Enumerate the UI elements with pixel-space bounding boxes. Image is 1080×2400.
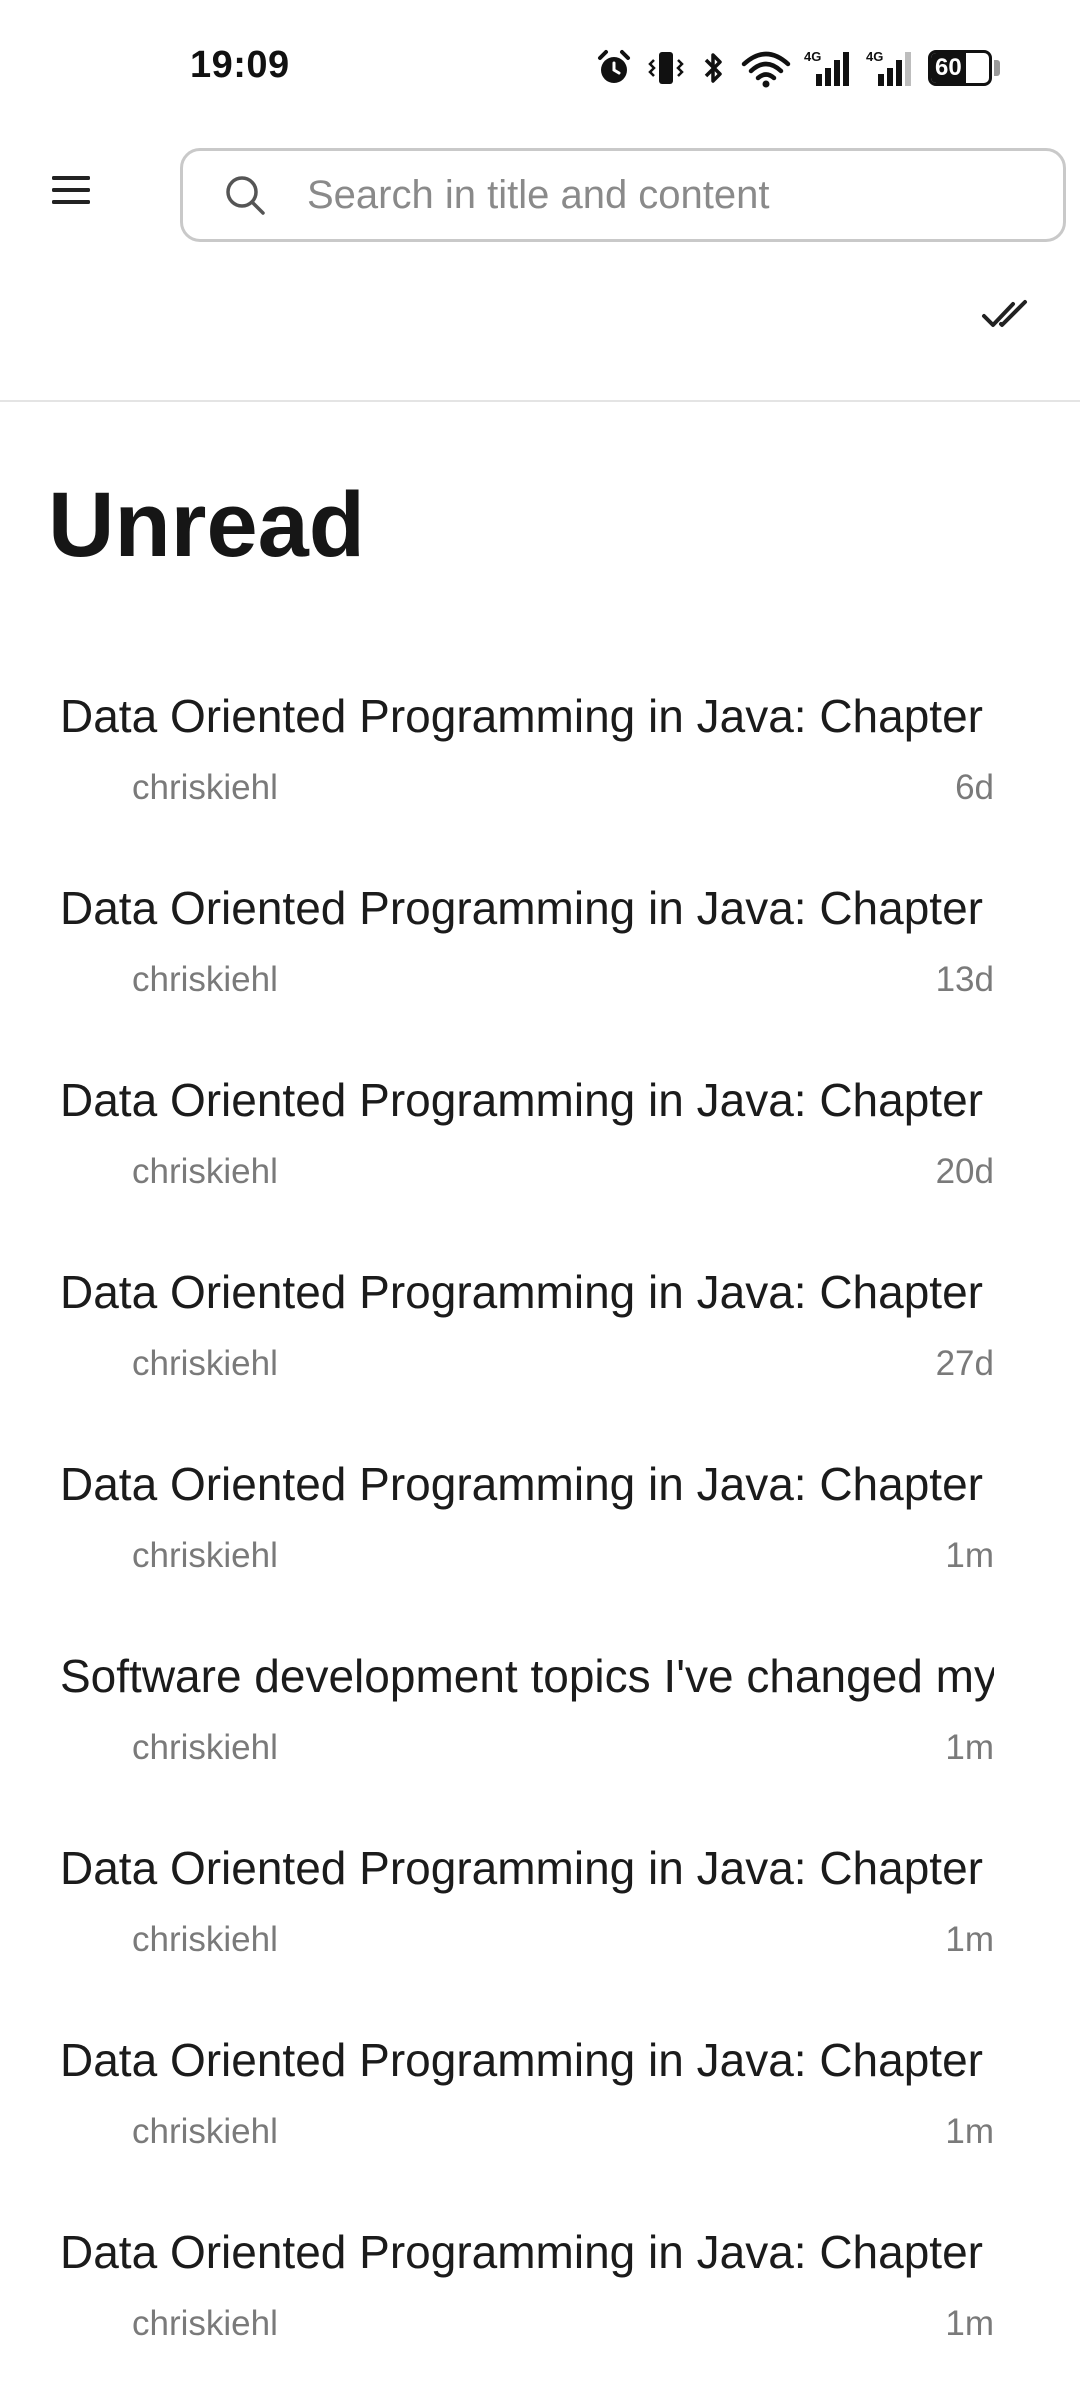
article-age: 1m — [945, 2304, 994, 2343]
article-title: Data Oriented Programming in Java: Chapt… — [60, 1266, 983, 1318]
article-age: 1m — [945, 1920, 994, 1959]
menu-button[interactable] — [40, 160, 104, 224]
search-box[interactable] — [180, 148, 1066, 242]
article-age: 6d — [955, 768, 994, 807]
article-list-item[interactable]: Data Oriented Programming in Java: Chapt… — [0, 670, 1080, 862]
article-title: Data Oriented Programming in Java: Chapt… — [60, 1074, 983, 1126]
article-author: chriskiehl — [132, 1920, 278, 1959]
alarm-icon — [594, 48, 634, 88]
article-age: 27d — [935, 1344, 994, 1383]
article-age: 1m — [945, 1536, 994, 1575]
article-list-item[interactable]: Data Oriented Programming in Java: Chapt… — [0, 1822, 1080, 2014]
hamburger-menu-icon — [52, 174, 92, 211]
status-time: 19:09 — [190, 44, 290, 86]
article-age: 1m — [945, 1728, 994, 1767]
search-icon — [221, 171, 269, 219]
article-author: chriskiehl — [132, 1344, 278, 1383]
wifi-icon — [740, 48, 792, 88]
article-title: Software development topics I've changed… — [60, 1650, 994, 1702]
article-list-item[interactable]: Data Oriented Programming in Java: Chapt… — [0, 862, 1080, 1054]
article-author: chriskiehl — [132, 960, 278, 999]
article-title: Data Oriented Programming in Java: Chapt… — [60, 2226, 983, 2278]
article-author: chriskiehl — [132, 2112, 278, 2151]
battery-body: 60 — [928, 50, 992, 86]
cellular-4g-signal-icon: 4G — [804, 48, 854, 88]
article-list-item[interactable]: Data Oriented Programming in Java: Chapt… — [0, 1246, 1080, 1438]
article-author: chriskiehl — [132, 768, 278, 807]
article-author: chriskiehl — [132, 1536, 278, 1575]
page-title: Unread — [48, 474, 365, 576]
article-list-item[interactable]: Data Oriented Programming in Java: Chapt… — [0, 1054, 1080, 1246]
article-list-item[interactable]: Software development topics I've changed… — [0, 1630, 1080, 1822]
article-list-item[interactable]: Data Oriented Programming in Java: Chapt… — [0, 1438, 1080, 1630]
article-list-item[interactable]: Data Oriented Programming in Java: Chapt… — [0, 2206, 1080, 2398]
article-title: Data Oriented Programming in Java: Chapt… — [60, 2034, 983, 2086]
bluetooth-icon — [698, 48, 728, 88]
article-title: Data Oriented Programming in Java: Chapt… — [60, 690, 983, 742]
network-label-1: 4G — [804, 49, 821, 64]
battery-level: 60 — [935, 54, 962, 81]
toolbar-divider — [0, 400, 1080, 402]
status-icons: 4G 4G 60 — [594, 44, 1000, 92]
article-age: 13d — [935, 960, 994, 999]
article-age: 20d — [935, 1152, 994, 1191]
double-check-icon — [981, 298, 1033, 337]
network-label-2: 4G — [866, 49, 883, 64]
article-title: Data Oriented Programming in Java: Chapt… — [60, 1458, 983, 1510]
search-input[interactable] — [305, 171, 1063, 219]
article-list: Data Oriented Programming in Java: Chapt… — [0, 670, 1080, 2398]
article-author: chriskiehl — [132, 1728, 278, 1767]
mark-all-read-button[interactable] — [976, 286, 1038, 348]
cellular-4g-signal-icon: 4G — [866, 48, 916, 88]
status-bar: 19:09 4G 4G 60 — [0, 0, 1080, 136]
battery-tip — [994, 60, 1000, 76]
vibrate-icon — [646, 48, 686, 88]
article-title: Data Oriented Programming in Java: Chapt… — [60, 882, 983, 934]
article-list-item[interactable]: Data Oriented Programming in Java: Chapt… — [0, 2014, 1080, 2206]
battery-icon: 60 — [928, 48, 1000, 88]
article-title: Data Oriented Programming in Java: Chapt… — [60, 1842, 983, 1894]
article-age: 1m — [945, 2112, 994, 2151]
article-author: chriskiehl — [132, 2304, 278, 2343]
article-author: chriskiehl — [132, 1152, 278, 1191]
